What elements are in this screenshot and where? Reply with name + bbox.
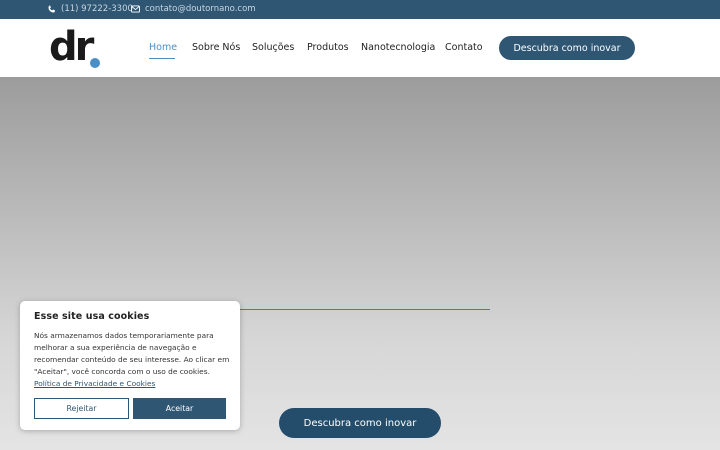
cookie-banner: Esse site usa cookies Nós armazenamos da… — [20, 301, 240, 430]
envelope-icon — [131, 5, 140, 13]
nav-contato[interactable]: Contato — [445, 42, 483, 54]
site-header: dr Home Sobre Nós Soluções Produtos Nano… — [0, 19, 720, 77]
reject-cookies-button[interactable]: Rejeitar — [34, 398, 129, 419]
nav-solucoes[interactable]: Soluções — [252, 42, 294, 54]
nav-home[interactable]: Home — [149, 42, 177, 54]
accept-cookies-button[interactable]: Aceitar — [133, 398, 226, 419]
privacy-policy-link[interactable]: Política de Privacidade e Cookies — [34, 379, 155, 388]
logo-dot — [90, 58, 100, 68]
cookie-description: Nós armazenamos dados temporariamente pa… — [34, 331, 230, 376]
top-contact-bar: (11) 97222-3300 contato@doutornano.com — [0, 0, 720, 19]
nav-active-underline — [149, 58, 175, 59]
nav-sobre-nos[interactable]: Sobre Nós — [192, 42, 240, 54]
nav-nanotecnologia[interactable]: Nanotecnologia — [361, 42, 435, 54]
nav-produtos[interactable]: Produtos — [307, 42, 349, 54]
header-cta-button[interactable]: Descubra como inovar — [499, 36, 635, 60]
hero-divider — [240, 309, 490, 310]
hero-cta-button[interactable]: Descubra como inovar — [279, 408, 441, 438]
topbar-email[interactable]: contato@doutornano.com — [131, 2, 256, 16]
phone-icon — [47, 5, 56, 14]
email-address: contato@doutornano.com — [145, 4, 256, 14]
topbar-phone[interactable]: (11) 97222-3300 — [47, 2, 133, 16]
cookie-title: Esse site usa cookies — [34, 311, 150, 322]
cookie-text: Nós armazenamos dados temporariamente pa… — [34, 330, 230, 390]
logo[interactable]: dr — [49, 24, 105, 71]
phone-number: (11) 97222-3300 — [61, 4, 133, 14]
logo-text: dr — [49, 29, 95, 70]
